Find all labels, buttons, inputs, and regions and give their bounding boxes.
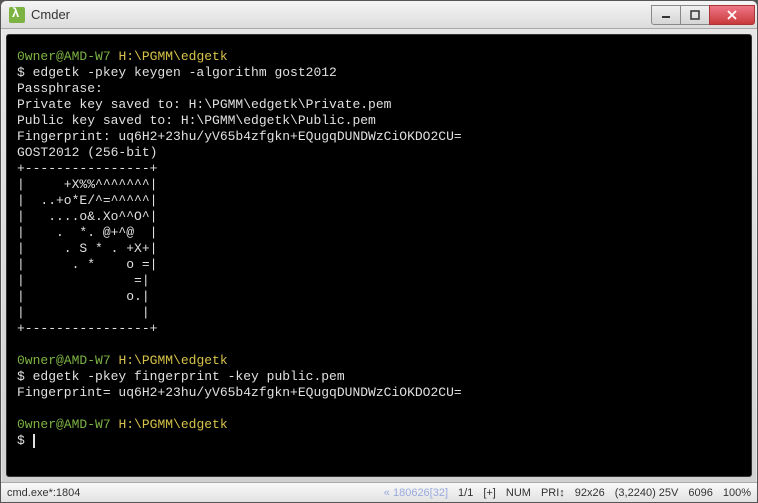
status-size: 92x26 <box>575 487 605 499</box>
status-cursor: (3,2240) 25V <box>615 487 679 499</box>
terminal-container: 0wner@AMD-W7 H:\PGMM\edgetk $ edgetk -pk… <box>6 34 752 477</box>
terminal-output[interactable]: 0wner@AMD-W7 H:\PGMM\edgetk $ edgetk -pk… <box>7 35 751 476</box>
status-perf1: 6096 <box>688 487 712 499</box>
window-controls <box>652 5 755 25</box>
status-info: « 180626[32] <box>384 487 448 499</box>
status-num: NUM <box>506 487 531 499</box>
maximize-icon <box>690 10 700 20</box>
status-pri: PRI↕ <box>541 487 565 499</box>
app-window: Cmder 0wner@AMD-W7 H:\PGMM\edgetk $ edge… <box>0 0 758 503</box>
status-plus: [+] <box>483 487 496 499</box>
app-icon <box>9 7 25 23</box>
close-button[interactable] <box>709 5 755 25</box>
status-bar[interactable]: cmd.exe*:1804 « 180626[32] 1/1 [+] NUM P… <box>1 482 757 502</box>
terminal-cursor <box>33 434 35 448</box>
status-perf2: 100% <box>723 487 751 499</box>
close-icon <box>727 10 737 20</box>
status-tab[interactable]: cmd.exe*:1804 <box>7 487 80 499</box>
status-pos: 1/1 <box>458 487 473 499</box>
minimize-icon <box>661 10 671 20</box>
maximize-button[interactable] <box>680 5 710 25</box>
titlebar[interactable]: Cmder <box>1 1 757 29</box>
minimize-button[interactable] <box>651 5 681 25</box>
window-title: Cmder <box>31 7 652 22</box>
